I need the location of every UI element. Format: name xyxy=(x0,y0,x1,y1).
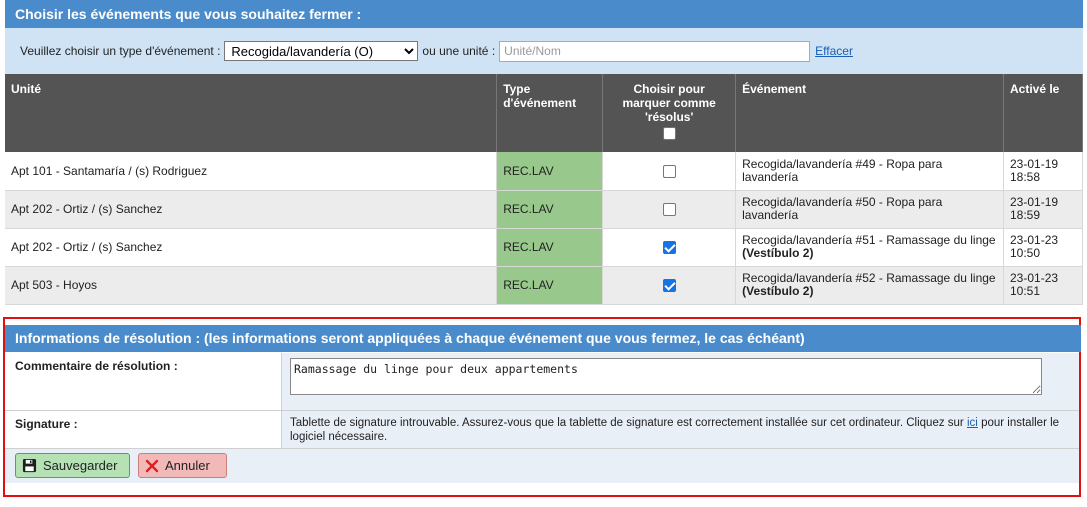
event-type-label: Veuillez choisir un type d'événement : xyxy=(20,44,221,58)
activated-cell: 23-01-23 10:50 xyxy=(1003,228,1083,267)
activated-cell: 23-01-19 18:58 xyxy=(1003,152,1083,191)
signature-text-before: Tablette de signature introuvable. Assur… xyxy=(290,417,964,429)
activated-time: 10:50 xyxy=(1010,246,1041,260)
event-text: Recogida/lavandería #52 - Ramassage du l… xyxy=(742,271,996,285)
unit-cell: Apt 202 - Ortiz / (s) Sanchez xyxy=(5,228,498,267)
event-cell: Recogida/lavandería #50 - Ropa para lava… xyxy=(735,190,1004,229)
col-header-choose-label: Choisir pour marquer comme 'résolus' xyxy=(622,82,716,124)
col-header-unit: Unité xyxy=(5,74,498,152)
signature-message: Tablette de signature introuvable. Assur… xyxy=(281,411,1079,448)
resolve-checkbox[interactable] xyxy=(662,279,676,293)
unit-cell: Apt 101 - Santamaría / (s) Rodriguez xyxy=(5,152,498,191)
event-text: Recogida/lavandería #51 - Ramassage du l… xyxy=(742,233,996,247)
col-header-event: Événement xyxy=(735,74,1004,152)
activated-date: 23-01-23 xyxy=(1010,271,1059,285)
resolution-panel: Informations de résolution : (les inform… xyxy=(3,317,1081,497)
unit-label: ou une unité : xyxy=(422,44,496,58)
unit-cell: Apt 202 - Ortiz / (s) Sanchez xyxy=(5,190,498,229)
table-row: Apt 202 - Ortiz / (s) Sanchez REC.LAV Reco… xyxy=(5,190,1083,229)
col-header-type: Type d'événement xyxy=(496,74,604,152)
activated-date: 23-01-23 xyxy=(1010,233,1059,247)
save-button[interactable]: Sauvegarder xyxy=(15,453,130,478)
filter-bar: Veuillez choisir un type d'événement : R… xyxy=(5,28,1083,74)
activated-cell: 23-01-19 18:59 xyxy=(1003,190,1083,229)
col-header-activated: Activé le xyxy=(1003,74,1083,152)
unit-search-input[interactable] xyxy=(499,40,811,62)
table-row: Apt 202 - Ortiz / (s) Sanchez REC.LAV Reco… xyxy=(5,228,1083,267)
comment-row: Commentaire de résolution : Ramassage du… xyxy=(5,353,1079,411)
event-location: (Vestíbulo 2) xyxy=(742,284,814,298)
type-cell: REC.LAV xyxy=(496,228,604,267)
resolve-checkbox[interactable] xyxy=(662,241,676,255)
event-type-select[interactable]: Recogida/lavandería (O) xyxy=(224,41,419,61)
signature-install-link[interactable]: ici xyxy=(967,417,978,429)
choose-cell xyxy=(602,266,737,305)
event-cell: Recogida/lavandería #49 - Ropa para lava… xyxy=(735,152,1004,191)
button-bar: Sauvegarder Annuler xyxy=(5,449,1079,483)
floppy-disk-icon xyxy=(22,458,37,473)
unit-cell: Apt 503 - Hoyos xyxy=(5,266,498,305)
activated-time: 10:51 xyxy=(1010,284,1041,298)
event-cell: Recogida/lavandería #51 - Ramassage du l… xyxy=(735,228,1004,267)
resolution-comment-textarea[interactable]: Ramassage du linge pour deux appartement… xyxy=(290,358,1042,395)
close-x-icon xyxy=(145,459,159,473)
clear-link[interactable]: Effacer xyxy=(815,44,853,58)
choose-cell xyxy=(602,190,737,229)
cancel-button[interactable]: Annuler xyxy=(138,453,227,478)
events-table: Unité Type d'événement Choisir pour marq… xyxy=(5,74,1083,305)
type-cell: REC.LAV xyxy=(496,190,604,229)
resolve-checkbox[interactable] xyxy=(662,203,676,217)
activated-date: 23-01-19 xyxy=(1010,156,1059,171)
activated-cell: 23-01-23 10:51 xyxy=(1003,266,1083,305)
resolve-checkbox[interactable] xyxy=(662,164,676,178)
resolution-title: Informations de résolution : (les inform… xyxy=(5,325,1081,352)
event-text: Recogida/lavandería #50 - Ropa para lava… xyxy=(742,195,943,222)
activated-time: 18:58 xyxy=(1010,169,1041,184)
choose-cell xyxy=(602,228,737,267)
event-location: (Vestíbulo 2) xyxy=(742,246,814,260)
activated-time: 18:59 xyxy=(1010,208,1041,222)
type-cell: REC.LAV xyxy=(496,266,604,305)
cancel-button-label: Annuler xyxy=(165,458,210,473)
select-all-checkbox[interactable] xyxy=(662,127,676,141)
type-cell: REC.LAV xyxy=(496,152,604,191)
comment-label: Commentaire de résolution : xyxy=(5,353,281,410)
signature-row: Signature : Tablette de signature introu… xyxy=(5,411,1079,449)
event-cell: Recogida/lavandería #52 - Ramassage du l… xyxy=(735,266,1004,305)
activated-date: 23-01-19 xyxy=(1010,195,1059,209)
table-row: Apt 503 - Hoyos REC.LAV Recogida/lavanderí… xyxy=(5,266,1083,305)
page-title: Choisir les événements que vous souhaite… xyxy=(5,0,1083,28)
signature-label: Signature : xyxy=(5,411,281,448)
col-header-choose: Choisir pour marquer comme 'résolus' xyxy=(602,74,737,152)
save-button-label: Sauvegarder xyxy=(43,458,118,473)
choose-cell xyxy=(602,152,737,191)
table-row: Apt 101 - Santamaría / (s) Rodriguez REC.… xyxy=(5,152,1083,191)
event-text: Recogida/lavandería #49 - Ropa para lava… xyxy=(742,156,943,184)
